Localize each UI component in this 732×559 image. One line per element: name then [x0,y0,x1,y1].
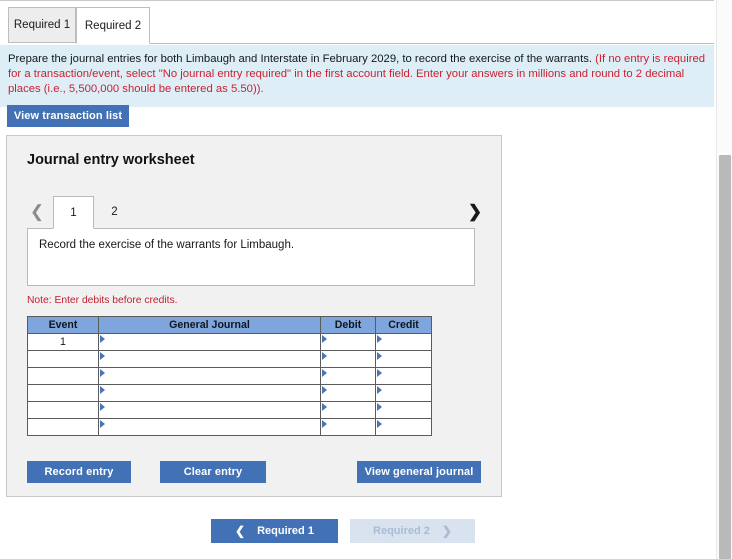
column-header-debit: Debit [320,316,376,334]
cell-general-journal[interactable] [98,367,321,385]
dropdown-marker-icon [100,352,105,360]
table-row: 1 [27,333,432,351]
table-row [27,418,432,436]
chevron-left-icon[interactable]: ❮ [27,200,47,224]
table-row [27,401,432,419]
worksheet-page-2[interactable]: 2 [94,196,135,228]
bottom-navigation: ❮ Required 1 Required 2 ❯ [0,519,714,545]
column-header-general-journal: General Journal [98,316,321,334]
dropdown-marker-icon [377,386,382,394]
tab-required-2-label: Required 2 [84,19,142,32]
cell-debit[interactable] [320,367,376,385]
journal-entry-worksheet-panel: Journal entry worksheet ❮ 1 2 ❯ Record t… [6,135,502,497]
clear-entry-button[interactable]: Clear entry [160,461,266,483]
dropdown-marker-icon [100,386,105,394]
record-entry-button[interactable]: Record entry [27,461,131,483]
cell-general-journal[interactable] [98,333,321,351]
question-page: Required 1 Required 2 Prepare the journa… [0,0,732,559]
table-row [27,350,432,368]
view-transaction-list-button[interactable]: View transaction list [7,105,129,127]
cell-debit[interactable] [320,418,376,436]
worksheet-page-2-label: 2 [111,206,118,218]
dropdown-marker-icon [377,352,382,360]
cell-event: 1 [27,333,99,351]
cell-debit[interactable] [320,333,376,351]
dropdown-marker-icon [100,420,105,428]
top-divider [0,0,714,1]
dropdown-marker-icon [322,369,327,377]
dropdown-marker-icon [322,386,327,394]
worksheet-page-1-label: 1 [70,206,77,219]
nav-required-1-label: Required 1 [257,525,314,537]
worksheet-description: Record the exercise of the warrants for … [27,228,475,286]
cell-credit[interactable] [375,333,432,351]
cell-credit[interactable] [375,367,432,385]
chevron-right-icon[interactable]: ❯ [465,200,485,224]
cell-debit[interactable] [320,401,376,419]
cell-event [27,401,99,419]
cell-general-journal[interactable] [98,418,321,436]
tab-required-2[interactable]: Required 2 [76,7,150,44]
worksheet-page-1[interactable]: 1 [53,196,94,229]
worksheet-pager: ❮ 1 2 ❯ [27,196,485,229]
page-scrollbar-track[interactable] [716,0,732,559]
table-header-row: Event General Journal Debit Credit [27,316,432,334]
required-tabs: Required 1 Required 2 [0,7,714,45]
cell-credit[interactable] [375,350,432,368]
nav-required-2-label: Required 2 [373,525,430,537]
tab-strip-underline [150,43,714,44]
dropdown-marker-icon [377,403,382,411]
tab-required-1[interactable]: Required 1 [8,7,76,43]
nav-required-1-button[interactable]: ❮ Required 1 [211,519,338,543]
cell-event [27,367,99,385]
cell-credit[interactable] [375,401,432,419]
dropdown-marker-icon [100,403,105,411]
debits-before-credits-note: Note: Enter debits before credits. [27,295,178,306]
page-scrollbar-thumb[interactable] [719,155,731,559]
cell-general-journal[interactable] [98,350,321,368]
dropdown-marker-icon [377,420,382,428]
cell-event [27,418,99,436]
dropdown-marker-icon [322,420,327,428]
instruction-banner: Prepare the journal entries for both Lim… [0,45,714,107]
dropdown-marker-icon [322,352,327,360]
view-general-journal-button[interactable]: View general journal [357,461,481,483]
dropdown-marker-icon [322,403,327,411]
column-header-event: Event [27,316,99,334]
cell-general-journal[interactable] [98,384,321,402]
worksheet-title: Journal entry worksheet [27,152,195,168]
column-header-credit: Credit [375,316,432,334]
instruction-main-text: Prepare the journal entries for both Lim… [8,53,593,65]
cell-event [27,384,99,402]
journal-entry-table: Event General Journal Debit Credit 1 [27,316,432,436]
cell-debit[interactable] [320,384,376,402]
cell-debit[interactable] [320,350,376,368]
chevron-left-icon: ❮ [235,524,246,538]
nav-required-2-button: Required 2 ❯ [350,519,475,543]
dropdown-marker-icon [377,335,382,343]
chevron-right-icon: ❯ [441,524,452,538]
cell-credit[interactable] [375,384,432,402]
dropdown-marker-icon [100,369,105,377]
table-row [27,384,432,402]
cell-general-journal[interactable] [98,401,321,419]
dropdown-marker-icon [322,335,327,343]
dropdown-marker-icon [377,369,382,377]
dropdown-marker-icon [100,335,105,343]
table-row [27,367,432,385]
cell-event [27,350,99,368]
tab-required-1-label: Required 1 [13,19,71,31]
cell-credit[interactable] [375,418,432,436]
